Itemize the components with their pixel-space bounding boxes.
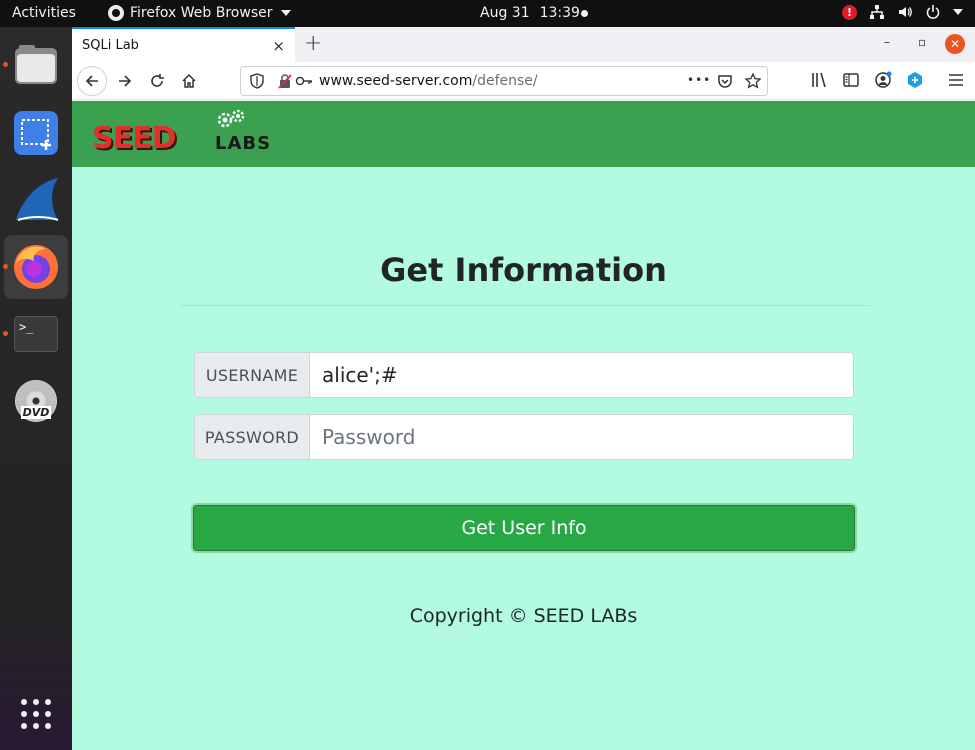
app-menu-label: Firefox Web Browser [130,5,273,21]
terminal-prompt: >_ [19,320,34,334]
maximize-button[interactable]: ▫ [918,35,926,49]
home-icon [182,73,196,88]
insecure-lock-icon[interactable] [277,73,293,89]
clock[interactable]: Aug 31 13:39 [480,5,580,21]
network-icon[interactable] [869,4,885,20]
dock-screenshot[interactable] [4,101,68,165]
logo-seed-text: SEED [92,121,176,156]
logo-labs-text: LABS [215,133,272,154]
activities-button[interactable]: Activities [12,5,76,21]
hamburger-menu-icon[interactable] [948,71,964,89]
get-user-info-button[interactable]: Get User Info [193,505,855,551]
alert-icon[interactable]: ! [842,4,857,20]
firefox-icon [14,245,58,289]
dock-wireshark[interactable] [4,168,68,232]
new-tab-button[interactable]: + [304,31,322,56]
dock-dvd[interactable]: DVD [4,369,68,433]
url-bar[interactable]: www.seed-server.com/defense/ ••• [240,66,768,96]
screenshot-icon [14,111,58,155]
username-label: USERNAME [195,353,310,397]
dock: >_ DVD [0,27,72,750]
system-top-bar: Activities Firefox Web Browser Aug 31 13… [0,0,975,27]
running-indicator [3,331,8,336]
bookmark-star-icon[interactable] [745,73,761,89]
notification-dot [581,10,588,17]
wireshark-icon [16,178,59,221]
tab-bar: SQLi Lab × + – ▫ ✕ [72,27,975,62]
dvd-label: DVD [20,406,52,419]
chevron-down-icon[interactable] [953,9,963,15]
arrow-right-icon [119,75,132,87]
reload-icon [151,74,164,87]
firefox-window: SQLi Lab × + – ▫ ✕ www.seed-server.com/d… [72,27,975,750]
extension-icon[interactable] [906,71,924,89]
title-divider [180,305,870,306]
running-indicator [3,264,8,269]
app-menu[interactable]: Firefox Web Browser [108,5,291,21]
username-field: USERNAME [194,352,854,398]
files-icon [15,45,57,84]
volume-icon[interactable] [897,4,913,20]
firefox-small-icon [108,5,124,21]
seed-labs-logo[interactable]: SEED LABS [92,109,292,157]
terminal-icon: >_ [14,316,58,352]
tab-title: SQLi Lab [82,38,139,53]
library-icon[interactable] [810,71,828,89]
tab-sqli-lab[interactable]: SQLi Lab × [72,27,295,62]
clock-time: 13:39 [539,5,580,21]
page-actions-more-icon[interactable]: ••• [687,73,711,87]
minimize-button[interactable]: – [884,35,890,49]
back-button[interactable] [77,66,107,96]
site-header: SEED LABS [72,101,975,167]
power-icon[interactable] [925,4,941,20]
arrow-left-icon [85,75,98,87]
password-label: PASSWORD [195,415,310,459]
running-indicator [3,62,8,67]
key-icon[interactable] [295,73,313,89]
tab-close-icon[interactable]: × [272,37,285,55]
account-icon[interactable] [874,71,892,89]
dock-firefox[interactable] [3,235,68,299]
sidebar-icon[interactable] [842,71,860,89]
clock-date: Aug 31 [480,5,530,21]
page-content: SEED LABS Get Information USERNAME PASSW… [72,101,975,750]
home-button[interactable] [174,66,204,96]
password-input[interactable] [310,415,853,459]
dock-show-apps[interactable] [4,682,68,746]
navigation-toolbar: www.seed-server.com/defense/ ••• [72,62,975,100]
dock-terminal[interactable]: >_ [3,302,68,366]
password-field: PASSWORD [194,414,854,460]
username-input[interactable] [310,353,853,397]
url-text: www.seed-server.com/defense/ [319,73,538,89]
page-title: Get Information [380,251,667,289]
chevron-down-icon [280,10,291,16]
dvd-icon: DVD [15,380,57,422]
close-window-button[interactable]: ✕ [945,34,965,54]
reload-button[interactable] [142,66,172,96]
shield-icon[interactable] [249,73,265,89]
app-grid-icon [21,699,51,729]
system-tray[interactable]: ! [842,4,963,20]
url-host: www.seed-server.com [319,73,473,89]
pocket-icon[interactable] [717,73,733,89]
url-path: /defense/ [472,73,538,89]
forward-button[interactable] [110,66,140,96]
copyright-text: Copyright © SEED LABs [409,605,638,627]
dock-files[interactable] [3,33,68,97]
gears-icon [217,109,245,128]
